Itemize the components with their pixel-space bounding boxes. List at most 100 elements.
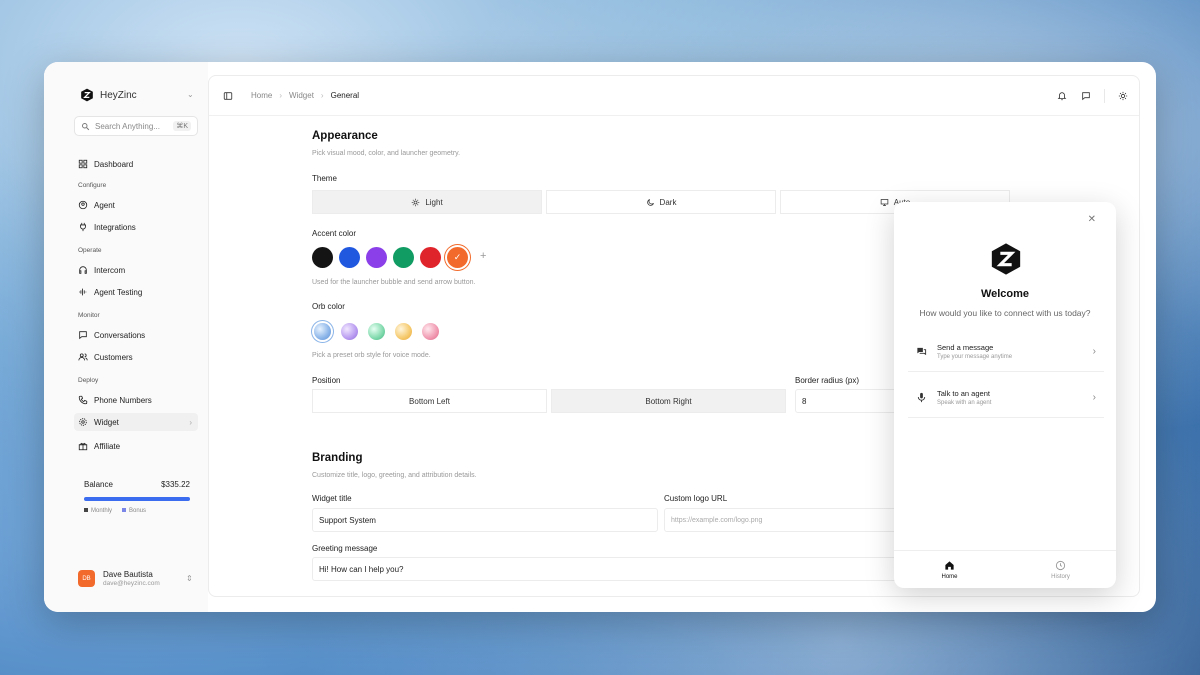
- brand[interactable]: HeyZinc: [80, 88, 137, 102]
- orb-purple[interactable]: [341, 323, 358, 340]
- user-name: Dave Bautista: [103, 570, 153, 579]
- chevron-right-icon: ›: [320, 91, 324, 100]
- appearance-title: Appearance: [312, 130, 378, 142]
- custom-logo-url-input[interactable]: https://example.com/logo.png: [664, 508, 904, 532]
- clock-icon: [1055, 560, 1066, 570]
- border-radius-input[interactable]: 8: [795, 389, 905, 413]
- search-input[interactable]: Search Anything...: [95, 122, 168, 131]
- position-bottom-right-button[interactable]: Bottom Right: [551, 389, 786, 413]
- widget-title-label: Widget title: [312, 494, 352, 503]
- monitor-icon: [880, 198, 889, 206]
- nav-section-configure: Configure: [78, 182, 107, 189]
- gear-icon: [79, 418, 87, 426]
- theme-light-button[interactable]: Light: [312, 190, 542, 214]
- orb-blue[interactable]: [314, 323, 331, 340]
- sidebar-item-agent[interactable]: Agent: [78, 196, 198, 214]
- appearance-subtitle: Pick visual mood, color, and launcher ge…: [312, 150, 461, 157]
- tab-home-label: Home: [941, 573, 958, 580]
- theme-label: Theme: [312, 174, 337, 183]
- orb-color-label: Orb color: [312, 302, 345, 311]
- accent-swatch-4[interactable]: [393, 247, 414, 268]
- widget-welcome-subtitle: How would you like to connect with us to…: [919, 308, 1091, 318]
- orb-pink[interactable]: [422, 323, 439, 340]
- position-bottom-left-button[interactable]: Bottom Left: [312, 389, 547, 413]
- home-icon: [945, 560, 954, 570]
- branding-subtitle: Customize title, logo, greeting, and att…: [312, 472, 477, 479]
- chat-bubbles-icon: [917, 347, 927, 356]
- chevron-right-icon: ›: [279, 91, 283, 100]
- add-color-icon[interactable]: +: [480, 250, 486, 262]
- microphone-icon: [917, 392, 926, 403]
- talk-to-agent-option[interactable]: Talk to an agent Speak with an agent ›: [908, 378, 1104, 418]
- theme-toggle-button[interactable]: [1115, 88, 1131, 104]
- sidebar-item-dashboard[interactable]: Dashboard: [78, 155, 198, 173]
- greeting-message-label: Greeting message: [312, 544, 378, 553]
- sidebar-item-intercom[interactable]: Intercom: [78, 261, 198, 279]
- widget-welcome-title: Welcome: [980, 288, 1030, 300]
- close-icon[interactable]: ✕: [1088, 214, 1096, 225]
- users-icon: [78, 353, 88, 361]
- border-radius-label: Border radius (px): [795, 376, 860, 385]
- chevron-right-icon: ›: [189, 417, 192, 427]
- send-message-option[interactable]: Send a message Type your message anytime…: [908, 332, 1104, 372]
- balance-bar: [84, 497, 190, 501]
- headset-icon: [79, 266, 87, 274]
- tab-history[interactable]: History: [1005, 551, 1116, 588]
- brand-name: HeyZinc: [100, 89, 137, 101]
- sidebar-item-conversations[interactable]: Conversations: [78, 326, 198, 344]
- check-icon: ✓: [453, 252, 462, 262]
- talk-to-agent-title: Talk to an agent: [937, 389, 990, 398]
- accent-swatch-2[interactable]: [339, 247, 360, 268]
- send-message-subtitle: Type your message anytime: [937, 354, 1013, 360]
- accent-swatch-6[interactable]: ✓: [447, 247, 468, 268]
- widget-tabbar: Home History: [894, 550, 1116, 588]
- position-bottom-right-label: Bottom Right: [645, 396, 692, 406]
- sidebar-item-phone-numbers[interactable]: Phone Numbers: [78, 391, 198, 409]
- accent-swatch-5[interactable]: [420, 247, 441, 268]
- sidebar-item-integrations[interactable]: Integrations: [78, 218, 198, 236]
- greeting-message-input[interactable]: Hi! How can I help you?: [312, 557, 904, 581]
- heyzinc-logo-icon: [81, 88, 93, 102]
- send-message-title: Send a message: [937, 343, 994, 352]
- custom-logo-url-label: Custom logo URL: [664, 494, 728, 503]
- search-icon: [82, 122, 90, 130]
- tab-history-label: History: [1051, 573, 1070, 580]
- accent-swatch-3[interactable]: [366, 247, 387, 268]
- user-circle-icon: [78, 200, 88, 210]
- sidebar-item-affiliate[interactable]: Affiliate: [78, 437, 198, 455]
- message-square-icon: [1082, 92, 1090, 101]
- branding-title: Branding: [312, 452, 363, 464]
- orb-green[interactable]: [368, 323, 385, 340]
- sun-icon: [1118, 91, 1128, 101]
- accent-swatch-1[interactable]: [312, 247, 333, 268]
- chevron-down-icon[interactable]: ⌄: [187, 90, 194, 99]
- notifications-button[interactable]: [1054, 88, 1070, 104]
- user-menu[interactable]: DB Dave Bautista dave@heyzinc.com: [78, 570, 160, 587]
- messages-button[interactable]: [1078, 88, 1094, 104]
- search-box[interactable]: Search Anything... ⌘K: [74, 116, 198, 136]
- accent-help-text: Used for the launcher bubble and send ar…: [312, 279, 476, 286]
- nav-section-monitor: Monitor: [78, 312, 100, 319]
- position-label: Position: [312, 376, 341, 385]
- sidebar: HeyZinc ⌄ Search Anything... ⌘K Dashboar…: [44, 62, 208, 612]
- nav-section-deploy: Deploy: [78, 377, 99, 384]
- plug-icon: [80, 222, 86, 232]
- legend-monthly: Monthly: [84, 508, 112, 514]
- breadcrumb-widget[interactable]: Widget: [289, 91, 314, 100]
- sidebar-item-widget[interactable]: Widget ›: [74, 413, 198, 431]
- widget-title-input[interactable]: Support System: [312, 508, 658, 532]
- orb-help-text: Pick a preset orb style for voice mode.: [312, 352, 431, 359]
- tab-home[interactable]: Home: [894, 551, 1005, 588]
- breadcrumb-general: General: [330, 91, 360, 100]
- sidebar-item-customers[interactable]: Customers: [78, 348, 198, 366]
- sidebar-toggle-icon[interactable]: [223, 91, 233, 101]
- sidebar-item-agent-testing[interactable]: Agent Testing: [78, 283, 198, 301]
- chevron-updown-icon[interactable]: ⇕: [186, 574, 193, 583]
- theme-dark-button[interactable]: Dark: [546, 190, 776, 214]
- sidebar-item-label: Customers: [94, 352, 133, 362]
- divider: [1104, 89, 1105, 103]
- position-bottom-left-label: Bottom Left: [409, 396, 450, 406]
- breadcrumb-home[interactable]: Home: [251, 91, 272, 100]
- widget-preview: ✕ Welcome How would you like to connect …: [894, 202, 1116, 588]
- orb-yellow[interactable]: [395, 323, 412, 340]
